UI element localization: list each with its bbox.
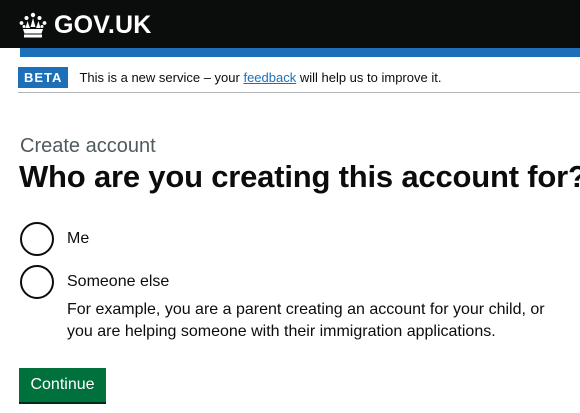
radio-label-me: Me [67,230,90,247]
phase-banner-text: This is a new service – your feedback wi… [79,70,441,85]
radio-label-someone-else: Someone else [67,273,170,290]
radio-button-someone-else[interactable] [20,265,54,299]
phase-text-before: This is a new service – your [79,69,244,85]
continue-button[interactable]: Continue [19,368,106,402]
feedback-link[interactable]: feedback [243,70,296,85]
phase-tag: BETA [18,66,69,88]
radio-button-me[interactable] [20,222,54,256]
govuk-logo-link[interactable]: GOV.UK [18,9,152,41]
page-title: Who are you creating this account for? [19,159,580,194]
radio-hint-someone-else: For example, you are a parent creating a… [67,301,545,340]
radio-me[interactable]: Me [20,222,89,256]
page-caption: Create account [20,135,156,157]
radio-someone-else[interactable]: Someone else [20,265,169,299]
site-header: GOV.UK [0,0,580,48]
logo-text: GOV.UK [54,10,152,39]
header-blue-bar [20,48,580,57]
phase-text-after: will help us to improve it. [296,69,442,85]
crown-icon [18,12,48,39]
phase-banner: BETA This is a new service – your feedba… [18,66,580,93]
